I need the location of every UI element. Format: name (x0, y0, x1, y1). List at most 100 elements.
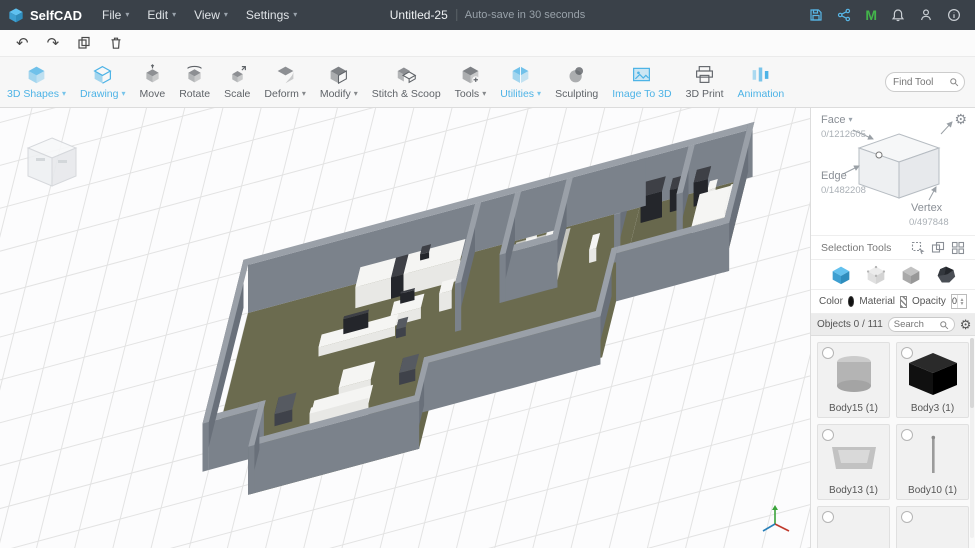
menu-settings[interactable]: Settings▾ (238, 4, 305, 26)
tool-deform[interactable]: Deform▾ (257, 57, 312, 107)
tool-utilities[interactable]: Utilities▾ (493, 57, 548, 107)
object-name: Body3 (1) (897, 403, 968, 414)
tool-move[interactable]: Move (133, 57, 173, 107)
objects-search[interactable] (888, 317, 955, 332)
multi-select-icon[interactable] (951, 241, 965, 255)
edge-mode-icon[interactable] (901, 265, 921, 285)
stitch-scoop-icon (396, 64, 417, 85)
object-card-body10[interactable]: Body10 (1) (896, 424, 969, 500)
tool-scale[interactable]: Scale (217, 57, 257, 107)
chevron-down-icon: ▾ (302, 90, 306, 98)
account-icon[interactable] (919, 8, 933, 22)
cube-icon (26, 64, 47, 85)
rotate-icon (184, 64, 205, 85)
share-icon[interactable] (837, 8, 851, 22)
opacity-label: Opacity (912, 296, 946, 307)
app-name: SelfCAD (30, 8, 82, 23)
scene-canvas[interactable] (0, 108, 810, 548)
tool-rotate[interactable]: Rotate (172, 57, 217, 107)
tray-thumbnail (826, 433, 882, 477)
autosave-status: Auto-save in 30 seconds (456, 9, 585, 21)
gear-icon[interactable]: ⚙ (954, 112, 967, 126)
tool-tools[interactable]: Tools▾ (448, 57, 494, 107)
undo-icon[interactable]: ↶ (16, 36, 29, 51)
vertex-label: Vertex (911, 202, 942, 214)
save-icon[interactable] (809, 8, 823, 22)
object-name: Body10 (1) (897, 485, 968, 496)
tool-modify[interactable]: Modify▾ (313, 57, 365, 107)
selection-mode-row (811, 260, 975, 290)
object-select-circle[interactable] (901, 511, 913, 523)
tools-icon (460, 64, 481, 85)
tool-drawing[interactable]: Drawing▾ (73, 57, 133, 107)
object-card-body3[interactable]: Body3 (1) (896, 342, 969, 418)
find-tool-input[interactable] (893, 77, 945, 88)
chevron-down-icon: ▾ (293, 11, 297, 19)
group-select-icon[interactable] (931, 241, 945, 255)
marquee-select-icon[interactable] (911, 241, 925, 255)
info-icon[interactable] (947, 8, 961, 22)
color-swatch[interactable] (848, 296, 855, 307)
gear-icon[interactable]: ⚙ (960, 318, 972, 331)
3d-viewport[interactable] (0, 108, 810, 548)
object-card-body15[interactable]: Body15 (1) (817, 342, 890, 418)
chevron-down-icon: ▾ (848, 116, 852, 124)
main-toolbar: 3D Shapes▾ Drawing▾ Move Rotate Scale De… (0, 57, 975, 108)
search-icon (939, 320, 949, 330)
tool-animation[interactable]: Animation (731, 57, 792, 107)
find-tool-search[interactable] (885, 72, 965, 92)
delete-trash-icon[interactable] (109, 36, 123, 50)
objects-count-label: Objects 0 / 111 (817, 319, 883, 330)
tool-image-to-3d[interactable]: Image To 3D (605, 57, 678, 107)
image-icon (631, 64, 652, 85)
edge-count: 0/1482208 (821, 185, 866, 196)
app-logo: SelfCAD (0, 7, 94, 23)
tool-sculpting[interactable]: Sculpting (548, 57, 605, 107)
solid-mode-icon[interactable] (831, 265, 851, 285)
m-logo-icon[interactable]: M (865, 8, 877, 22)
objects-search-input[interactable] (894, 319, 936, 330)
tool-stitch-scoop[interactable]: Stitch & Scoop (365, 57, 448, 107)
opacity-stepper[interactable]: 0 ▲▼ (951, 294, 967, 309)
redo-icon[interactable]: ↷ (47, 36, 60, 51)
copy-icon[interactable] (77, 36, 91, 50)
appearance-row: Color Material Opacity 0 ▲▼ (811, 290, 975, 314)
chevron-down-icon: ▾ (224, 11, 228, 19)
tool-3d-shapes[interactable]: 3D Shapes▾ (0, 57, 73, 107)
object-select-circle[interactable] (822, 511, 834, 523)
vertex-mode-icon[interactable] (866, 265, 886, 285)
face-selector[interactable]: Face▾ (821, 114, 852, 126)
stepper-arrows-icon[interactable]: ▲▼ (957, 295, 966, 308)
menu-view[interactable]: View▾ (186, 4, 236, 26)
sculpting-icon (566, 64, 587, 85)
chevron-down-icon: ▾ (482, 90, 486, 98)
object-name: Body15 (1) (818, 403, 889, 414)
right-panel: Face▾ 0/1212605 ⚙ Edge 0/1482208 Vertex … (810, 108, 975, 548)
tool-3d-print[interactable]: 3D Print (679, 57, 731, 107)
deform-icon (275, 64, 296, 85)
material-label: Material (859, 296, 895, 307)
panel-scrollbar[interactable] (970, 338, 974, 538)
menu-file[interactable]: File▾ (94, 4, 137, 26)
selfcad-logo-icon (8, 7, 24, 23)
workspace: Face▾ 0/1212605 ⚙ Edge 0/1482208 Vertex … (0, 108, 975, 548)
menu-edit[interactable]: Edit▾ (139, 4, 184, 26)
object-card-partial[interactable] (896, 506, 969, 548)
material-swatch[interactable] (900, 296, 907, 308)
selection-tools-label: Selection Tools (821, 242, 891, 254)
object-card-body13[interactable]: Body13 (1) (817, 424, 890, 500)
chevron-down-icon: ▾ (121, 90, 125, 98)
objects-list: Body15 (1) Body3 (1) Body13 (1) Body10 (… (811, 336, 975, 548)
document-title: Untitled-25 (390, 8, 448, 22)
menu-bar: File▾ Edit▾ View▾ Settings▾ (94, 4, 305, 26)
notifications-bell-icon[interactable] (891, 8, 905, 22)
move-icon (142, 64, 163, 85)
document-title-area: Untitled-25 Auto-save in 30 seconds (390, 8, 586, 22)
cylinder-thumbnail (826, 351, 882, 395)
mesh-mode-icon[interactable] (936, 265, 956, 285)
object-card-partial[interactable] (817, 506, 890, 548)
object-name: Body13 (1) (818, 485, 889, 496)
search-icon (949, 77, 959, 87)
drawing-icon (92, 64, 113, 85)
chevron-down-icon: ▾ (62, 90, 66, 98)
